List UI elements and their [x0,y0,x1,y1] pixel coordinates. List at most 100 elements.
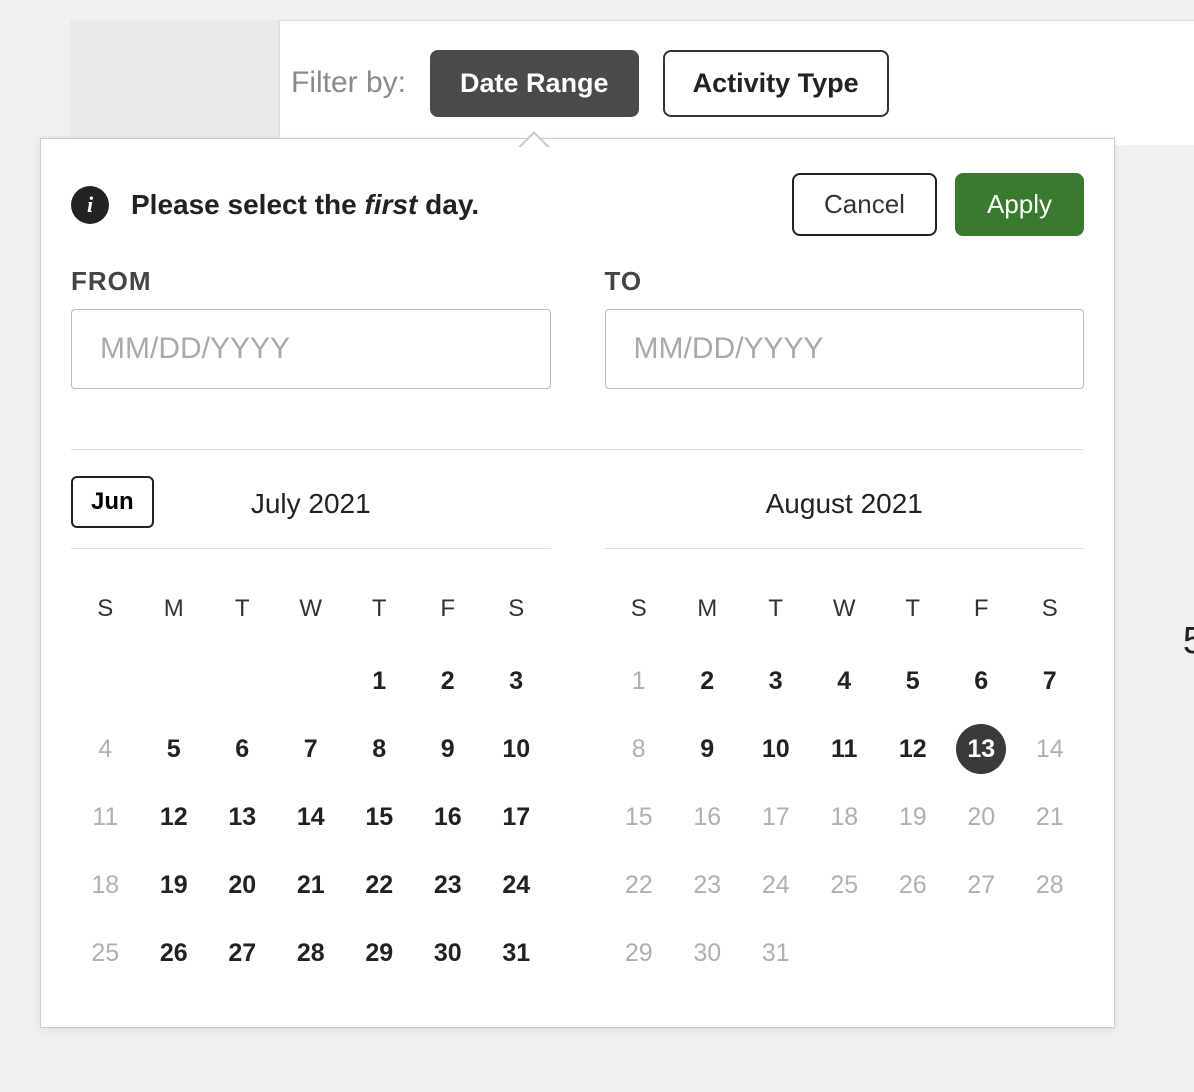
day-cell[interactable]: 11 [810,715,879,783]
day-cell[interactable]: 28 [277,919,346,987]
calendar-right: August 2021 SMTWTFS123456789101112131415… [605,476,1085,987]
day-cell[interactable]: 23 [673,851,742,919]
prev-month-button[interactable]: Jun [71,476,154,528]
day-cell[interactable]: 21 [1016,783,1085,851]
day-cell[interactable]: 4 [810,647,879,715]
day-cell[interactable]: 2 [673,647,742,715]
day-cell[interactable]: 18 [71,851,140,919]
day-cell[interactable]: 13 [947,715,1016,783]
day-cell[interactable]: 25 [810,851,879,919]
day-header: T [879,581,948,647]
cancel-button[interactable]: Cancel [792,173,937,236]
day-cell[interactable]: 24 [742,851,811,919]
to-label: TO [605,266,1085,297]
day-cell[interactable]: 29 [605,919,674,987]
day-cell[interactable]: 16 [673,783,742,851]
day-cell[interactable]: 1 [605,647,674,715]
filter-date-range-button[interactable]: Date Range [430,50,639,117]
day-cell[interactable]: 9 [414,715,483,783]
day-cell[interactable]: 22 [345,851,414,919]
day-cell[interactable]: 13 [208,783,277,851]
day-cell[interactable]: 21 [277,851,346,919]
day-cell[interactable]: 8 [345,715,414,783]
day-cell[interactable]: 14 [1016,715,1085,783]
filter-activity-type-button[interactable]: Activity Type [663,50,889,117]
day-header: M [140,581,209,647]
day-cell[interactable]: 26 [140,919,209,987]
day-cell[interactable]: 17 [742,783,811,851]
day-cell[interactable]: 14 [277,783,346,851]
day-cell[interactable]: 6 [208,715,277,783]
day-cell[interactable]: 16 [414,783,483,851]
day-cell[interactable]: 10 [742,715,811,783]
filter-by-label: Filter by: [291,66,406,100]
day-cell[interactable]: 1 [345,647,414,715]
from-date-input[interactable] [71,309,551,389]
day-cell[interactable]: 30 [673,919,742,987]
day-cell-empty [140,647,209,715]
day-cell[interactable]: 4 [71,715,140,783]
instruction-group: i Please select the first day. [71,186,479,224]
day-cell[interactable]: 31 [742,919,811,987]
info-icon: i [71,186,109,224]
day-cell[interactable]: 20 [208,851,277,919]
day-cell[interactable]: 12 [879,715,948,783]
apply-button[interactable]: Apply [955,173,1084,236]
day-cell[interactable]: 6 [947,647,1016,715]
calendar-left-grid: SMTWTFS123456789101112131415161718192021… [71,581,551,987]
day-cell[interactable]: 27 [947,851,1016,919]
day-cell[interactable]: 29 [345,919,414,987]
day-cell[interactable]: 31 [482,919,551,987]
day-cell[interactable]: 12 [140,783,209,851]
day-header: S [605,581,674,647]
divider [71,449,1084,450]
day-cell[interactable]: 9 [673,715,742,783]
day-cell[interactable]: 5 [140,715,209,783]
day-cell-empty [208,647,277,715]
day-cell[interactable]: 17 [482,783,551,851]
day-cell[interactable]: 8 [605,715,674,783]
instruction-em: first [364,189,417,220]
day-cell[interactable]: 3 [482,647,551,715]
day-cell[interactable]: 30 [414,919,483,987]
day-header: S [1016,581,1085,647]
calendar-left: July 2021 SMTWTFS12345678910111213141516… [71,476,551,987]
to-group: TO [605,266,1085,389]
day-cell[interactable]: 2 [414,647,483,715]
day-cell-empty [71,647,140,715]
day-cell[interactable]: 7 [1016,647,1085,715]
day-cell[interactable]: 5 [879,647,948,715]
calendar-right-grid: SMTWTFS123456789101112131415161718192021… [605,581,1085,987]
day-header: F [414,581,483,647]
inactive-tab-area [70,20,280,145]
day-cell[interactable]: 19 [879,783,948,851]
day-cell[interactable]: 15 [605,783,674,851]
day-cell[interactable]: 20 [947,783,1016,851]
instruction-post: day. [417,189,479,220]
day-cell[interactable]: 24 [482,851,551,919]
day-cell[interactable]: 3 [742,647,811,715]
day-header: T [742,581,811,647]
day-header: M [673,581,742,647]
date-inputs-row: FROM TO [71,266,1084,389]
day-cell[interactable]: 23 [414,851,483,919]
from-group: FROM [71,266,551,389]
to-date-input[interactable] [605,309,1085,389]
background-partial-text: 5 [1183,620,1194,663]
action-buttons: Cancel Apply [792,173,1084,236]
day-cell[interactable]: 18 [810,783,879,851]
day-header: W [277,581,346,647]
day-header: W [810,581,879,647]
day-cell[interactable]: 19 [140,851,209,919]
day-cell[interactable]: 28 [1016,851,1085,919]
day-cell[interactable]: 22 [605,851,674,919]
day-cell[interactable]: 11 [71,783,140,851]
day-cell[interactable]: 26 [879,851,948,919]
day-cell[interactable]: 7 [277,715,346,783]
day-cell[interactable]: 25 [71,919,140,987]
day-cell[interactable]: 15 [345,783,414,851]
instruction-pre: Please select the [131,189,364,220]
day-cell[interactable]: 27 [208,919,277,987]
day-cell[interactable]: 10 [482,715,551,783]
day-header: T [208,581,277,647]
